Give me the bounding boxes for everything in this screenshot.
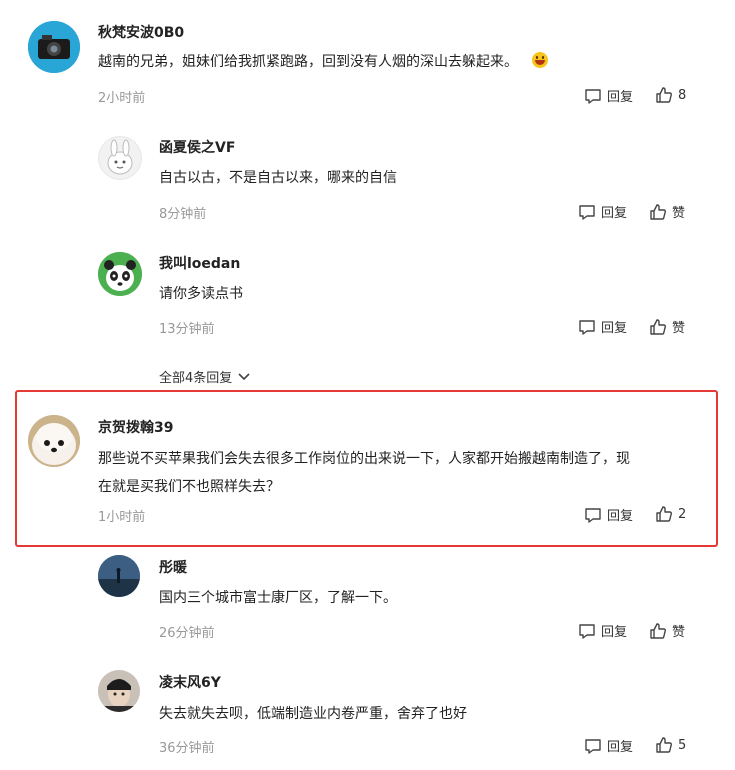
comment-time: 26分钟前	[159, 626, 215, 641]
comment-text: 自古以古，不是自古以来，哪来的自信	[159, 170, 397, 186]
comment-time: 13分钟前	[159, 322, 215, 337]
comment-icon	[579, 204, 595, 220]
avatar[interactable]	[98, 670, 140, 712]
reply-button[interactable]: 回复	[578, 202, 627, 221]
comment-text: 请你多读点书	[159, 286, 243, 302]
comment-text: 越南的兄弟，姐妹们给我抓紧跑路，回到没有人烟的深山去躲起来。	[98, 48, 548, 76]
like-button[interactable]: 赞	[649, 202, 685, 221]
reply-button[interactable]: 回复	[584, 736, 633, 755]
comment-time: 36分钟前	[159, 741, 215, 756]
comment-icon	[585, 738, 601, 754]
comment-author[interactable]: 函夏侯之VF	[159, 137, 235, 157]
avatar[interactable]	[28, 21, 80, 73]
comment-author[interactable]: 京贺拨翰39	[98, 417, 173, 437]
avatar[interactable]	[28, 415, 80, 467]
thumbs-up-icon	[656, 737, 672, 753]
reply-button[interactable]: 回复	[578, 621, 627, 640]
like-button[interactable]: 赞	[649, 621, 685, 640]
comment-time: 1小时前	[98, 510, 146, 525]
comment-time: 2小时前	[98, 91, 146, 106]
avatar[interactable]	[98, 252, 142, 296]
thumbs-up-icon	[650, 203, 666, 220]
comment-author[interactable]: 我叫loedan	[159, 253, 240, 273]
comment-text: 那些说不买苹果我们会失去很多工作岗位的出来说一下，人家都开始搬越南制造了，现 在…	[98, 451, 630, 495]
view-all-replies-button[interactable]: 全部4条回复	[159, 367, 251, 386]
like-button[interactable]: 赞	[649, 317, 685, 336]
comment-author[interactable]: 秋梵安波0B0	[98, 22, 184, 42]
thumbs-up-icon	[650, 318, 666, 335]
thumbs-up-icon	[656, 87, 672, 103]
like-button[interactable]: 2	[655, 505, 686, 523]
avatar[interactable]	[98, 136, 142, 180]
reply-button[interactable]: 回复	[584, 86, 633, 105]
avatar[interactable]	[98, 555, 140, 597]
comment-time: 8分钟前	[159, 207, 207, 222]
comment-author[interactable]: 彤暖	[159, 557, 187, 577]
comment-icon	[579, 319, 595, 335]
chevron-down-icon	[238, 372, 250, 380]
thumbs-up-icon	[650, 622, 666, 639]
reply-button[interactable]: 回复	[578, 317, 627, 336]
like-button[interactable]: 8	[655, 86, 686, 104]
laughing-emoji-icon	[532, 52, 548, 68]
comment-icon	[585, 88, 601, 104]
comment-icon	[579, 623, 595, 639]
comment-text: 失去就失去呗，低端制造业内卷严重，舍弃了也好	[159, 706, 467, 722]
thumbs-up-icon	[656, 506, 672, 522]
reply-button[interactable]: 回复	[584, 505, 633, 524]
comment-author[interactable]: 凌末风6Y	[159, 672, 221, 692]
like-button[interactable]: 5	[655, 736, 686, 754]
comment-text: 国内三个城市富士康厂区，了解一下。	[159, 590, 397, 606]
comment-icon	[585, 507, 601, 523]
